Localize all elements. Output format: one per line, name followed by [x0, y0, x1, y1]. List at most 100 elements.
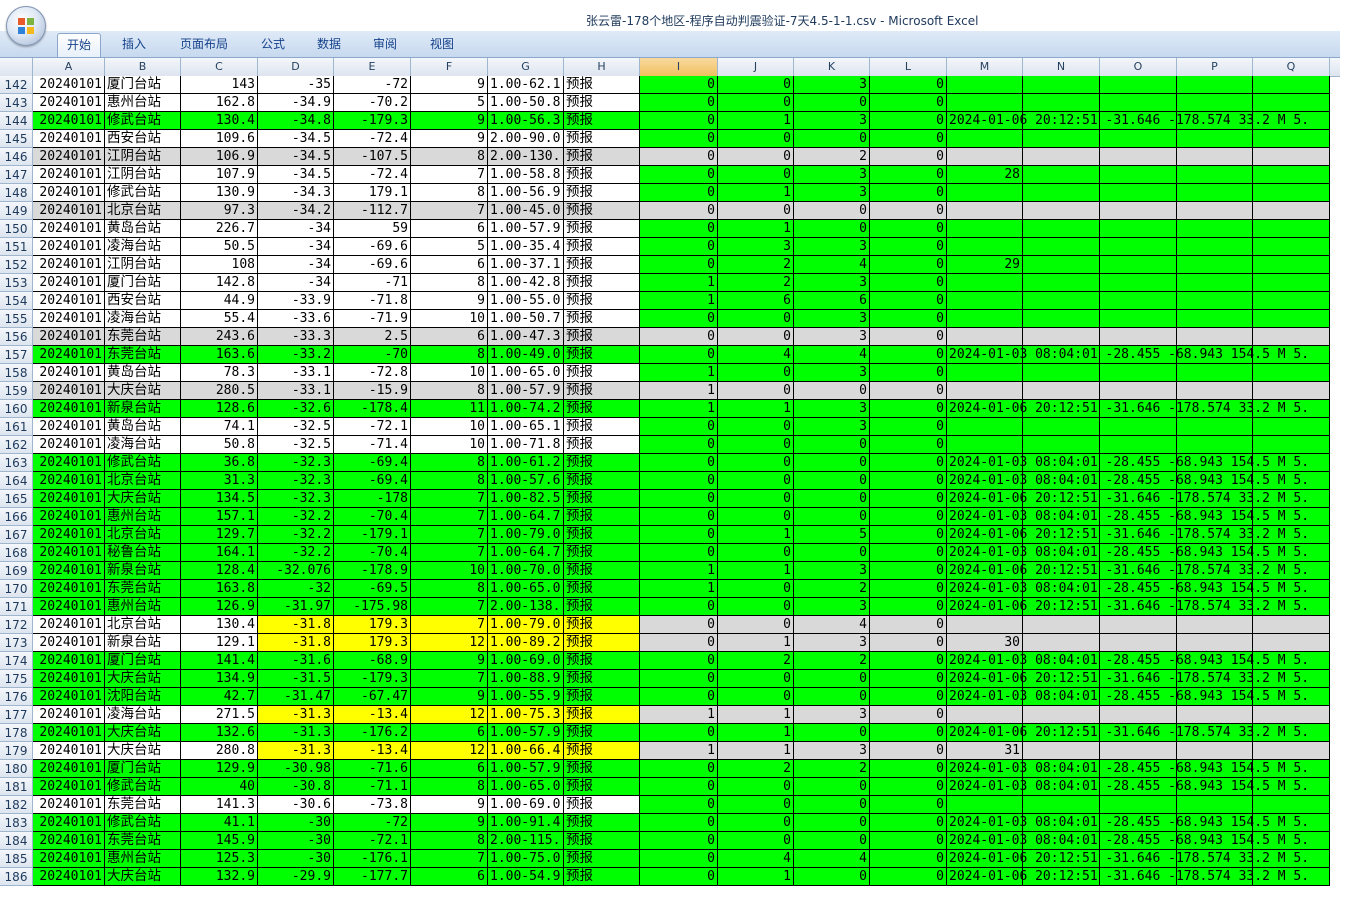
cell-g[interactable]: 1.00-61.2 — [488, 454, 564, 472]
cell-p[interactable] — [1177, 706, 1253, 724]
cell-f[interactable]: 12 — [411, 634, 488, 652]
cell-n[interactable] — [1023, 202, 1100, 220]
cell-j[interactable]: 0 — [718, 166, 794, 184]
cell-j[interactable]: 0 — [718, 454, 794, 472]
cell-a[interactable]: 20240101 — [33, 778, 105, 796]
cell-i[interactable]: 0 — [640, 112, 718, 130]
cell-k[interactable]: 0 — [794, 382, 870, 400]
cell-d[interactable]: -32.2 — [258, 526, 334, 544]
cell-h[interactable]: 预报 — [564, 490, 640, 508]
cell-q[interactable] — [1253, 706, 1330, 724]
row-header[interactable]: 179 — [0, 742, 33, 760]
cell-l[interactable]: 0 — [870, 436, 947, 454]
cell-i[interactable]: 1 — [640, 274, 718, 292]
row-header[interactable]: 162 — [0, 436, 33, 454]
row-header[interactable]: 168 — [0, 544, 33, 562]
cell-g[interactable]: 1.00-65.0 — [488, 580, 564, 598]
cell-i[interactable]: 0 — [640, 346, 718, 364]
cell-e[interactable]: -70.4 — [334, 544, 411, 562]
cell-b[interactable]: 惠州台站 — [105, 508, 181, 526]
cell-i[interactable]: 0 — [640, 760, 718, 778]
cell-c[interactable]: 44.9 — [181, 292, 258, 310]
cell-i[interactable]: 0 — [640, 130, 718, 148]
cell-q[interactable] — [1253, 616, 1330, 634]
cell-a[interactable]: 20240101 — [33, 202, 105, 220]
cell-h[interactable]: 预报 — [564, 202, 640, 220]
row-header[interactable]: 150 — [0, 220, 33, 238]
cell-p[interactable] — [1177, 634, 1253, 652]
cell-h[interactable]: 预报 — [564, 112, 640, 130]
cell-h[interactable]: 预报 — [564, 346, 640, 364]
cell-o[interactable] — [1100, 130, 1177, 148]
cell-g[interactable]: 1.00-79.0 — [488, 526, 564, 544]
select-all-corner[interactable] — [0, 58, 33, 76]
cell-h[interactable]: 预报 — [564, 328, 640, 346]
cell-g[interactable]: 1.00-75.0 — [488, 850, 564, 868]
cell-g[interactable]: 1.00-47.3 — [488, 328, 564, 346]
cell-i[interactable]: 0 — [640, 76, 718, 94]
cell-e[interactable]: -70.2 — [334, 94, 411, 112]
cell-d[interactable]: -33.1 — [258, 382, 334, 400]
cell-g[interactable]: 2.00-115. — [488, 832, 564, 850]
cell-i[interactable]: 0 — [640, 418, 718, 436]
cell-l[interactable]: 0 — [870, 292, 947, 310]
cell-q[interactable] — [1253, 796, 1330, 814]
cell-q[interactable] — [1253, 436, 1330, 454]
cell-d[interactable]: -34.5 — [258, 130, 334, 148]
cell-j[interactable]: 0 — [718, 796, 794, 814]
cell-e[interactable]: -107.5 — [334, 148, 411, 166]
cell-f[interactable]: 12 — [411, 742, 488, 760]
cell-a[interactable]: 20240101 — [33, 706, 105, 724]
cell-e[interactable]: -179.3 — [334, 112, 411, 130]
cell-p[interactable] — [1177, 130, 1253, 148]
cell-j[interactable]: 0 — [718, 436, 794, 454]
cell-k[interactable]: 3 — [794, 364, 870, 382]
cell-k[interactable]: 3 — [794, 598, 870, 616]
cell-k[interactable]: 6 — [794, 292, 870, 310]
cell-d[interactable]: -32.3 — [258, 454, 334, 472]
cell-e[interactable]: -73.8 — [334, 796, 411, 814]
cell-f[interactable]: 7 — [411, 202, 488, 220]
cell-f[interactable]: 10 — [411, 562, 488, 580]
cell-g[interactable]: 1.00-62.1 — [488, 76, 564, 94]
cell-h[interactable]: 预报 — [564, 508, 640, 526]
cell-e[interactable]: -72.4 — [334, 166, 411, 184]
cell-g[interactable]: 1.00-50.7 — [488, 310, 564, 328]
cell-g[interactable]: 1.00-37.1 — [488, 256, 564, 274]
cell-j[interactable]: 2 — [718, 256, 794, 274]
cell-c[interactable]: 50.8 — [181, 436, 258, 454]
cell-l[interactable]: 0 — [870, 130, 947, 148]
cell-a[interactable]: 20240101 — [33, 760, 105, 778]
cell-a[interactable]: 20240101 — [33, 436, 105, 454]
cell-b[interactable]: 大庆台站 — [105, 382, 181, 400]
cell-p[interactable] — [1177, 256, 1253, 274]
cell-d[interactable]: -33.2 — [258, 346, 334, 364]
cell-h[interactable]: 预报 — [564, 238, 640, 256]
cell-o[interactable] — [1100, 382, 1177, 400]
cell-g[interactable]: 1.00-55.0 — [488, 292, 564, 310]
row-header[interactable]: 155 — [0, 310, 33, 328]
cell-n[interactable] — [1023, 616, 1100, 634]
cell-n[interactable] — [1023, 256, 1100, 274]
cell-i[interactable]: 1 — [640, 364, 718, 382]
cell-l[interactable]: 0 — [870, 868, 947, 886]
cell-c[interactable]: 141.4 — [181, 652, 258, 670]
cell-h[interactable]: 预报 — [564, 472, 640, 490]
cell-d[interactable]: -32.5 — [258, 418, 334, 436]
cell-c[interactable]: 128.4 — [181, 562, 258, 580]
cell-b[interactable]: 东莞台站 — [105, 346, 181, 364]
cell-n[interactable] — [1023, 184, 1100, 202]
cell-h[interactable]: 预报 — [564, 454, 640, 472]
cell-a[interactable]: 20240101 — [33, 544, 105, 562]
cell-h[interactable]: 预报 — [564, 256, 640, 274]
cell-a[interactable]: 20240101 — [33, 112, 105, 130]
cell-e[interactable]: -69.6 — [334, 238, 411, 256]
cell-g[interactable]: 1.00-42.8 — [488, 274, 564, 292]
cell-g[interactable]: 1.00-45.0 — [488, 202, 564, 220]
cell-e[interactable]: -71.1 — [334, 778, 411, 796]
cell-g[interactable]: 1.00-54.9 — [488, 868, 564, 886]
row-header[interactable]: 143 — [0, 94, 33, 112]
cell-i[interactable]: 0 — [640, 238, 718, 256]
cell-j[interactable]: 1 — [718, 526, 794, 544]
cell-l[interactable]: 0 — [870, 490, 947, 508]
